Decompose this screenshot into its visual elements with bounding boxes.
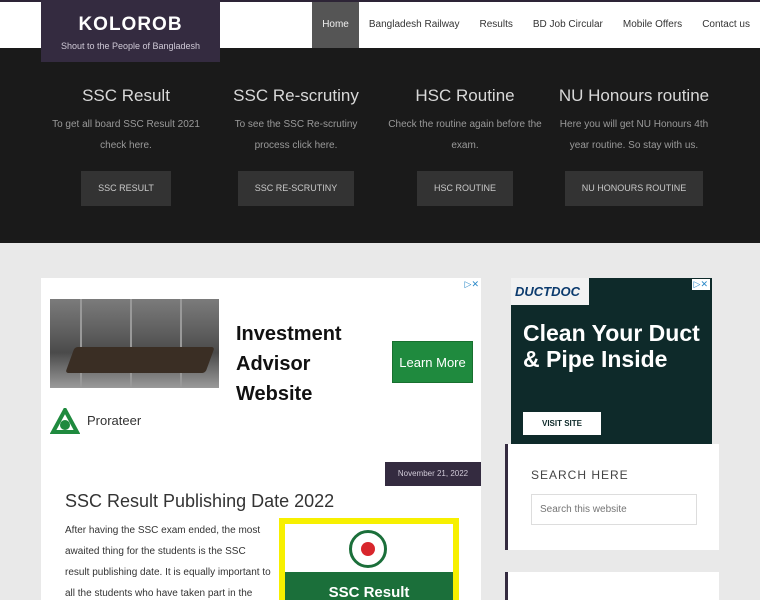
post-date: November 21, 2022 xyxy=(385,462,481,486)
government-seal-icon xyxy=(349,530,387,568)
search-input[interactable] xyxy=(531,494,697,525)
ad-headline[interactable]: Investment Advisor Website xyxy=(236,319,366,409)
nav-mobile-offers[interactable]: Mobile Offers xyxy=(613,2,692,50)
adchoices-icon[interactable]: ▷✕ xyxy=(691,279,710,290)
ad-headline[interactable]: Clean Your Duct & Pipe Inside xyxy=(523,320,703,372)
nav-results[interactable]: Results xyxy=(470,2,523,50)
ad-photo-boardroom[interactable] xyxy=(50,299,219,388)
hero-col-ssc-result: SSC Result To get all board SSC Result 2… xyxy=(41,48,211,206)
post-card: November 21, 2022 SSC Result Publishing … xyxy=(41,444,481,600)
site-tagline: Shout to the People of Bangladesh xyxy=(60,41,201,51)
sidebar-widget xyxy=(505,572,719,600)
hero-text: Here you will get NU Honours 4th year ro… xyxy=(559,119,709,151)
hero-text: Check the routine again before the exam. xyxy=(388,119,542,151)
site-title[interactable]: KOLOROB xyxy=(41,14,220,36)
hero-heading: SSC Result xyxy=(82,86,170,105)
post-title[interactable]: SSC Result Publishing Date 2022 xyxy=(65,491,334,512)
hero-col-hsc-routine: HSC Routine Check the routine again befo… xyxy=(380,48,550,206)
hero-section: SSC Result To get all board SSC Result 2… xyxy=(0,48,760,243)
hero-col-ssc-rescrutiny: SSC Re-scrutiny To see the SSC Re-scruti… xyxy=(211,48,381,206)
hero-text: To see the SSC Re-scrutiny process click… xyxy=(234,119,358,151)
window-frame xyxy=(180,299,182,388)
thumbnail-caption: SSC Result xyxy=(285,572,453,600)
hero-heading: HSC Routine xyxy=(415,86,515,105)
nav-bd-job-circular[interactable]: BD Job Circular xyxy=(523,2,613,50)
ad-investment-advisor[interactable]: ▷✕ Investment Advisor Website Learn More… xyxy=(41,278,481,444)
ssc-rescrutiny-button[interactable]: SSC RE-SCRUTINY xyxy=(237,171,355,206)
ad-ductdoc[interactable]: DUCTDOC ▷✕ Clean Your Duct & Pipe Inside… xyxy=(511,278,712,444)
conference-table xyxy=(65,347,215,373)
ssc-result-button[interactable]: SSC RESULT xyxy=(81,171,171,206)
post-excerpt: After having the SSC exam ended, the mos… xyxy=(65,525,271,599)
search-widget: SEARCH HERE xyxy=(505,444,719,550)
site-logo[interactable]: KOLOROB Shout to the People of Banglades… xyxy=(41,0,220,62)
nav-home[interactable]: Home xyxy=(312,2,359,50)
nav-bangladesh-railway[interactable]: Bangladesh Railway xyxy=(359,2,470,50)
ductdoc-logo: DUCTDOC xyxy=(511,278,589,305)
main-nav: Home Bangladesh Railway Results BD Job C… xyxy=(312,2,760,50)
ad-advertiser[interactable]: Prorateer xyxy=(87,413,141,428)
hero-col-nu-honours: NU Honours routine Here you will get NU … xyxy=(549,48,719,206)
nav-contact-us[interactable]: Contact us xyxy=(692,2,760,50)
prorateer-logo-icon xyxy=(50,408,80,434)
widget-title: SEARCH HERE xyxy=(531,468,629,482)
hero-heading: SSC Re-scrutiny xyxy=(233,86,359,105)
nu-honours-routine-button[interactable]: NU HONOURS ROUTINE xyxy=(564,171,704,206)
post-thumbnail[interactable]: SSC Result xyxy=(279,518,459,600)
window-frame xyxy=(130,299,132,388)
learn-more-button[interactable]: Learn More xyxy=(392,341,473,383)
hero-text: To get all board SSC Result 2021 check h… xyxy=(52,119,200,151)
visit-site-button[interactable]: VISIT SITE xyxy=(523,412,601,435)
window-frame xyxy=(80,299,82,388)
hero-heading: NU Honours routine xyxy=(558,86,710,105)
adchoices-icon[interactable]: ▷✕ xyxy=(465,279,479,290)
hsc-routine-button[interactable]: HSC ROUTINE xyxy=(416,171,513,206)
